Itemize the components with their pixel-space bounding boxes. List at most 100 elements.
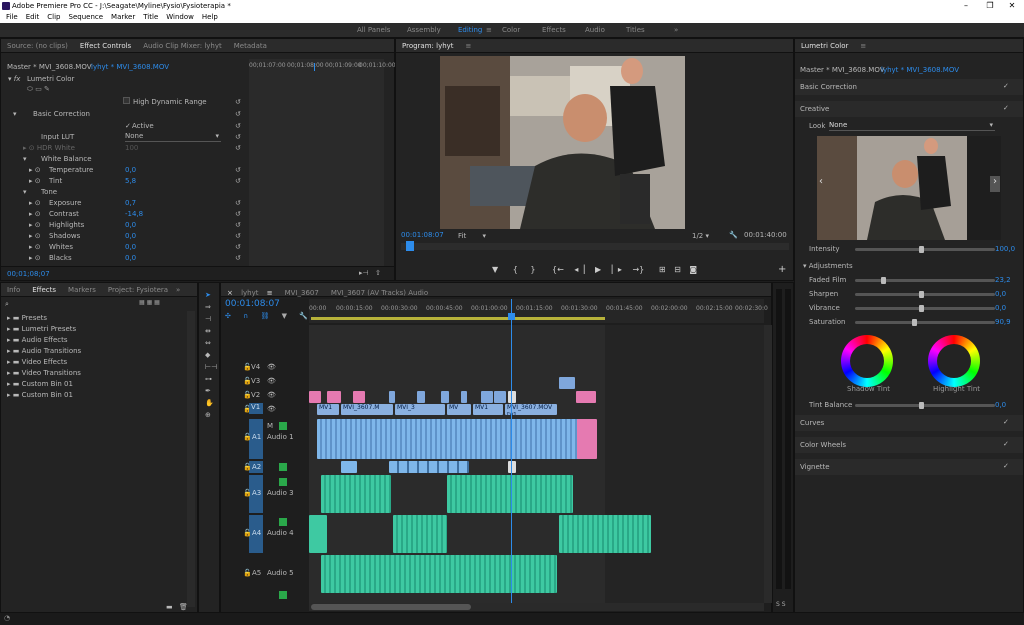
v2-clip[interactable] xyxy=(441,391,449,403)
filter-icon[interactable]: ▸⊣ xyxy=(359,269,369,277)
tint-balance-value[interactable]: 0,0 xyxy=(995,400,1006,411)
effect-controls-ruler[interactable]: 00;01:07:00 00;01:08:00 00;01:09:00 00;0… xyxy=(249,59,396,71)
track-header-a2[interactable]: 🔓 A2 xyxy=(221,461,309,473)
a4-audio-clip[interactable] xyxy=(393,515,447,553)
reset-icon[interactable]: ↺ xyxy=(235,242,241,253)
vibrance-value[interactable]: 0,0 xyxy=(995,303,1006,314)
track-header-v4[interactable]: 🔓 V4 👁 xyxy=(221,361,309,373)
extract-icon[interactable]: ⊟ xyxy=(674,265,681,274)
program-title[interactable]: Program: lyhyt xyxy=(396,39,460,53)
razor-icon[interactable]: ◆ xyxy=(205,351,210,359)
trash-icon[interactable]: 🗑 xyxy=(179,603,188,611)
eye-icon[interactable]: 👁 xyxy=(267,363,276,371)
linked-selection-icon[interactable]: ⛓ xyxy=(260,312,269,320)
a2-audio-clip[interactable] xyxy=(341,461,357,473)
filter-accelerated-icon[interactable]: ▦ ▦ ▦ xyxy=(139,299,160,306)
reset-icon[interactable]: ↺ xyxy=(235,132,241,143)
check-icon[interactable]: ✓ xyxy=(1003,440,1009,448)
section-curves[interactable]: Curves ✓ xyxy=(795,415,1023,431)
list-item[interactable]: ▸ ▬ Audio Effects xyxy=(7,335,68,346)
v2-clip-pink[interactable] xyxy=(353,391,365,403)
track-header-a1[interactable]: 🔓 A1 Audio 1 M xyxy=(221,419,309,459)
v2-clip-selected[interactable] xyxy=(508,391,516,403)
solo-icon[interactable] xyxy=(279,478,287,486)
menu-title[interactable]: Title xyxy=(143,13,158,21)
section-creative[interactable]: Creative ✓ xyxy=(795,101,1023,117)
a1-audio-clip-pink[interactable] xyxy=(577,419,597,459)
solo-icon[interactable] xyxy=(279,518,287,526)
reset-icon[interactable]: ↺ xyxy=(235,209,241,220)
active-checkbox[interactable]: ✓ xyxy=(125,121,131,132)
rate-stretch-icon[interactable]: ⇔ xyxy=(205,339,211,347)
reset-icon[interactable]: ↺ xyxy=(235,220,241,231)
v1-clip[interactable]: MV1 xyxy=(317,404,339,415)
step-back-icon[interactable]: ◂▕ xyxy=(574,265,584,274)
reset-icon[interactable]: ↺ xyxy=(235,165,241,176)
camera-icon[interactable]: ◙ xyxy=(689,265,697,274)
tab-effects[interactable]: Effects xyxy=(26,283,62,297)
menu-edit[interactable]: Edit xyxy=(26,13,40,21)
workspace-assembly[interactable]: Assembly xyxy=(407,26,441,34)
tab-source[interactable]: Source: (no clips) xyxy=(1,39,74,53)
mark-out-icon[interactable]: } xyxy=(530,265,535,274)
add-button-icon[interactable]: + xyxy=(778,264,786,275)
tab-effect-controls[interactable]: Effect Controls xyxy=(74,39,137,53)
lock-icon[interactable]: 🔓 xyxy=(243,433,252,441)
maximize-icon[interactable]: ❐ xyxy=(978,0,1002,12)
menu-window[interactable]: Window xyxy=(166,13,194,21)
sharpen-knob[interactable] xyxy=(919,291,924,298)
mute-icon[interactable]: M xyxy=(267,422,273,430)
mark-in-icon[interactable]: { xyxy=(513,265,518,274)
list-item[interactable]: ▸ ▬ Audio Transitions xyxy=(7,346,81,357)
panel-menu-icon[interactable]: ≡ xyxy=(854,39,872,53)
list-item[interactable]: ▸ ▬ Custom Bin 01 xyxy=(7,379,73,390)
workspace-titles[interactable]: Titles xyxy=(626,26,645,34)
a5-audio-clip[interactable] xyxy=(321,555,557,593)
ec-timecode[interactable]: 00;01;08;07 xyxy=(7,270,50,278)
lumetri-clip-label[interactable]: lyhyt * MVI_3608.MOV xyxy=(881,65,959,76)
vibrance-slider[interactable] xyxy=(855,307,995,310)
lock-icon[interactable]: 🔓 xyxy=(243,489,252,497)
expand-icon[interactable]: ▾ xyxy=(23,154,27,165)
list-item[interactable]: ▸ ▬ Video Effects xyxy=(7,357,67,368)
timeline-timecode[interactable]: 00:01:08:07 xyxy=(225,299,280,309)
tab-project[interactable]: Project: Fysiotera xyxy=(102,283,174,297)
fit-dropdown[interactable]: Fit ▾ xyxy=(458,232,486,240)
stopwatch-icon[interactable]: ▸ ⊙ xyxy=(29,231,41,242)
faded-film-value[interactable]: 23,2 xyxy=(995,275,1011,286)
list-item[interactable]: ▸ ▬ Presets xyxy=(7,313,47,324)
v1-clip[interactable]: MV1 xyxy=(473,404,503,415)
list-item[interactable]: ▸ ▬ Video Transitions xyxy=(7,368,81,379)
intensity-slider-knob[interactable] xyxy=(919,246,924,253)
stopwatch-icon[interactable]: ▸ ⊙ xyxy=(29,165,41,176)
effects-search-input[interactable] xyxy=(13,300,121,309)
timeline-settings-icon[interactable]: 🔧 xyxy=(299,312,308,320)
tint-value[interactable]: 5,8 xyxy=(125,176,136,187)
check-icon[interactable]: ✓ xyxy=(1003,462,1009,470)
v2-clip[interactable] xyxy=(417,391,425,403)
reset-icon[interactable]: ↺ xyxy=(235,97,241,108)
mask-tools-icon[interactable]: ⬭ ▭ ✎ xyxy=(27,84,50,95)
timeline-playhead[interactable] xyxy=(511,299,512,603)
a3-audio-clip[interactable] xyxy=(447,475,573,513)
v2-clip-pink[interactable] xyxy=(327,391,341,403)
add-marker-icon[interactable]: ▼ xyxy=(282,312,287,320)
track-header-a3[interactable]: 🔓 A3 Audio 3 xyxy=(221,475,309,513)
selection-tool-icon[interactable]: ➤ xyxy=(205,291,211,299)
workspace-effects[interactable]: Effects xyxy=(542,26,566,34)
timeline-tab-mvi3607[interactable]: MVI_3607 xyxy=(279,286,325,300)
v2-clip[interactable] xyxy=(494,391,506,403)
chevron-right-icon[interactable]: › xyxy=(990,176,1000,192)
solo-icon[interactable] xyxy=(279,422,287,430)
v2-clip[interactable] xyxy=(461,391,467,403)
track-header-v3[interactable]: 🔓 V3 👁 xyxy=(221,375,309,387)
shadows-value[interactable]: 0,0 xyxy=(125,231,136,242)
v2-clip[interactable] xyxy=(389,391,395,403)
temperature-value[interactable]: 0,0 xyxy=(125,165,136,176)
saturation-knob[interactable] xyxy=(912,319,917,326)
look-dropdown[interactable]: None ▾ xyxy=(829,121,995,131)
play-icon[interactable]: ▶ xyxy=(595,265,601,274)
track-header-a5[interactable]: 🔓 A5 Audio 5 xyxy=(221,555,309,603)
resolution-dropdown[interactable]: 1/2 ▾ xyxy=(692,232,709,240)
a3-audio-clip[interactable] xyxy=(321,475,391,513)
